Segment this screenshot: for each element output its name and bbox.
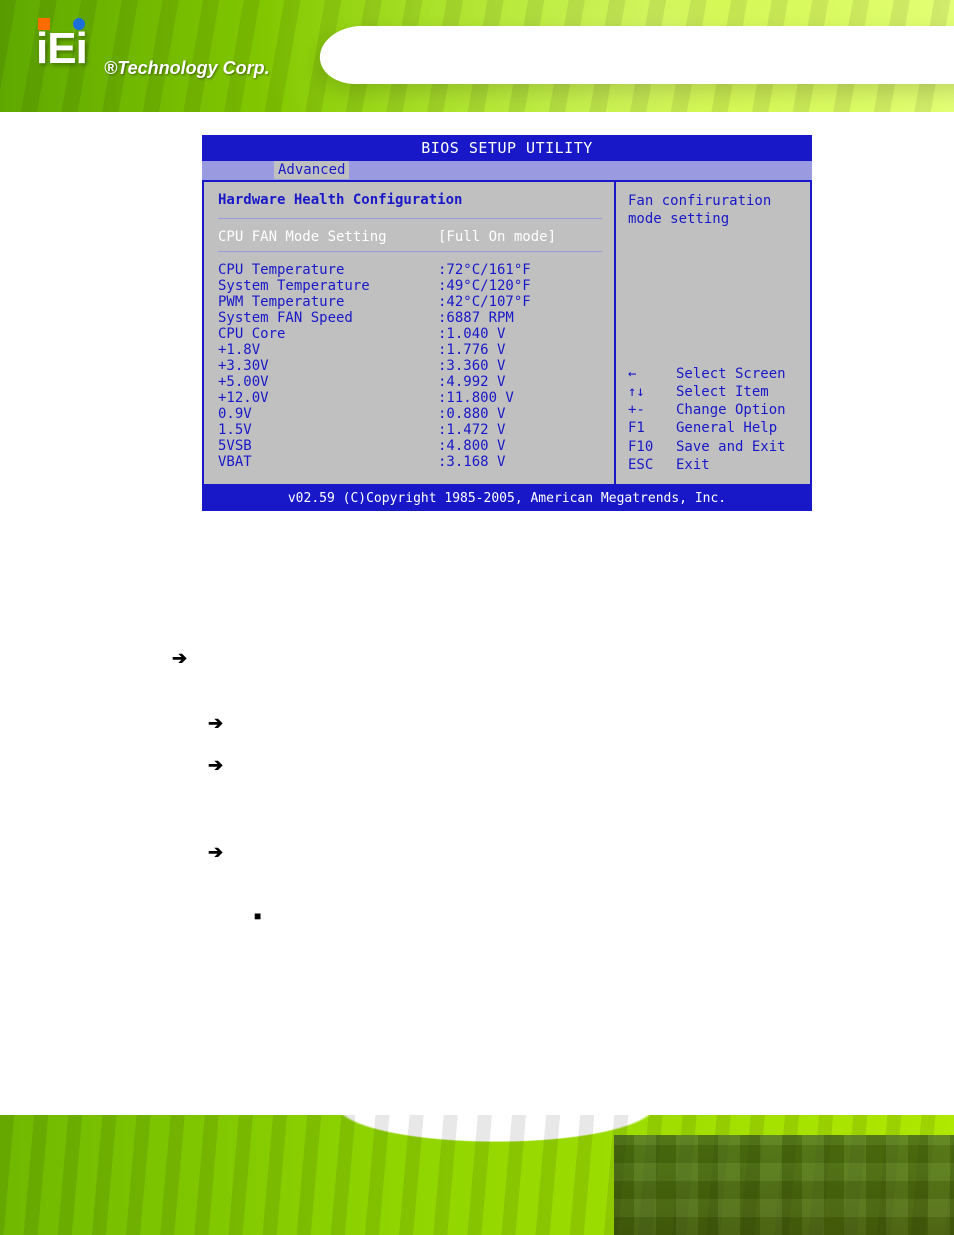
bios-setting-row[interactable]: CPU FAN Mode Setting [Full On mode] [218,229,602,245]
bios-tab-advanced[interactable]: Advanced [274,161,349,179]
bios-reading-row: +3.30V:3.360 V [218,358,602,374]
bios-reading-row: 5VSB:4.800 V [218,438,602,454]
bios-reading-row: +12.0V:11.800 V [218,390,602,406]
bios-nav-row: +-Change Option [628,401,798,419]
bios-reading-row: +5.00V:4.992 V [218,374,602,390]
setting-value: [Full On mode] [438,229,602,245]
bios-nav-row: F1General Help [628,419,798,437]
logo-tagline: ®Technology Corp. [104,58,270,79]
bios-right-pane: Fan confiruration mode setting ←Select S… [616,182,810,484]
arrow-right-icon: ➔ [208,843,223,861]
arrow-right-icon: ➔ [172,649,187,667]
list-item: ➔ PWM Manual mode The fan spins at the s… [208,843,858,888]
bios-reading-row: CPU Temperature:72°C/161°F [218,262,602,278]
bios-reading-row: 1.5V:1.472 V [218,422,602,438]
bios-nav-row: ←Select Screen [628,365,798,383]
divider [218,218,602,219]
header-swoosh [317,26,954,84]
bios-nav-row: F10Save and Exit [628,438,798,456]
logo-blue-dot-icon [73,18,85,30]
bios-nav-row: ESCExit [628,456,798,474]
divider [218,251,602,252]
logo-text: iEi [36,24,87,74]
square-bullet-icon: ■ [254,908,261,925]
bios-reading-row: CPU Core:1.040 V [218,326,602,342]
bios-section-title: Hardware Health Configuration [218,192,602,208]
list-item: ➔ Automatic mode The fan adjusts its spe… [208,756,858,823]
bios-nav-legend: ←Select Screen↑↓Select Item+-Change Opti… [628,365,798,474]
page-footer-banner [0,1115,954,1235]
bios-reading-row: System FAN Speed:6887 RPM [218,310,602,326]
arrow-right-icon: ➔ [208,714,223,732]
document-body: BIOS Menu: Hardware Health Configuration… [138,604,858,951]
list-item: ➔ CPU FAN Mode Setting [Full On Mode] Us… [172,649,858,694]
footer-chip-art [614,1135,954,1235]
bios-left-pane: Hardware Health Configuration CPU FAN Mo… [204,182,616,484]
list-item: ➔ Full On Mode (Default) Fan is on all t… [208,714,858,736]
arrow-right-icon: ➔ [208,756,223,774]
figure-caption: BIOS Menu: Hardware Health Configuration [208,610,858,625]
setting-label: CPU FAN Mode Setting [218,229,438,245]
page-header-banner: iEi ®Technology Corp. [0,0,954,112]
bios-body: Hardware Health Configuration CPU FAN Mo… [202,180,812,486]
bios-reading-row: System Temperature:49°C/120°F [218,278,602,294]
bios-reading-row: 0.9V:0.880 V [218,406,602,422]
bios-nav-row: ↑↓Select Item [628,383,798,401]
logo-block: iEi [36,24,87,74]
bios-title-bar: BIOS SETUP UTILITY [202,135,812,161]
logo-orange-dot-icon [38,18,50,30]
bios-reading-row: VBAT:3.168 V [218,454,602,470]
bios-reading-row: PWM Temperature:42°C/107°F [218,294,602,310]
bios-footer: v02.59 (C)Copyright 1985-2005, American … [202,486,812,511]
bios-reading-row: +1.8V:1.776 V [218,342,602,358]
bios-option-description: Fan confiruration mode setting [628,192,798,228]
bios-tab-bar: Advanced [202,161,812,180]
list-item: ■ CPU Fan Mode Setting must be set to Au… [254,908,858,930]
bios-screenshot: BIOS SETUP UTILITY Advanced Hardware Hea… [202,135,812,511]
